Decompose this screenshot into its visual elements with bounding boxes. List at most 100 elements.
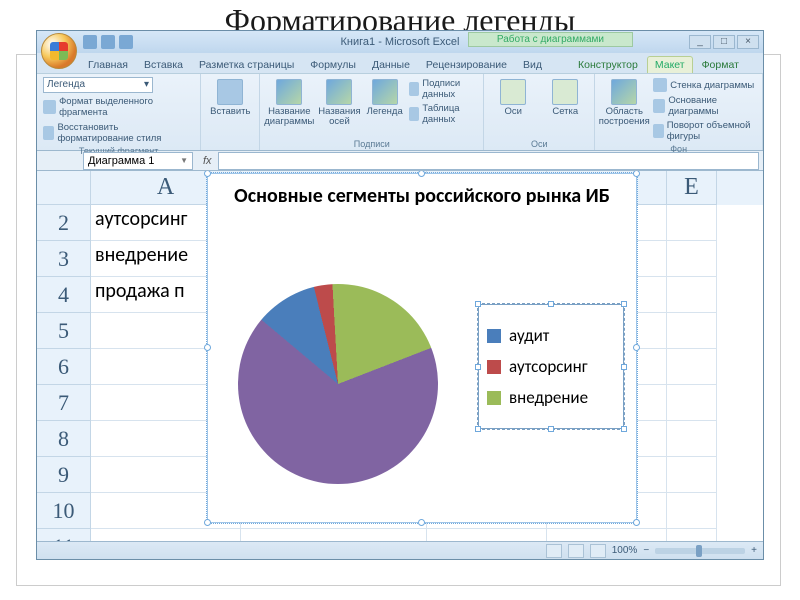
row-header[interactable]: 6 (37, 349, 91, 385)
fx-label[interactable]: fx (197, 155, 218, 167)
maximize-button[interactable]: □ (713, 35, 735, 49)
axis-titles-button[interactable]: Названия осей (318, 77, 360, 127)
tab-view[interactable]: Вид (516, 57, 549, 73)
floor-icon (653, 99, 665, 113)
cell[interactable] (667, 277, 717, 313)
row-header[interactable]: 11 (37, 529, 91, 541)
legend-label: аудит (509, 325, 549, 346)
reset-style-button[interactable]: Восстановить форматирование стиля (43, 121, 194, 145)
row-header[interactable]: 7 (37, 385, 91, 421)
cell[interactable] (667, 349, 717, 385)
save-icon[interactable] (83, 35, 97, 49)
legend-swatch (487, 329, 501, 343)
cell[interactable] (667, 205, 717, 241)
zoom-value[interactable]: 100% (612, 545, 638, 556)
insert-button[interactable]: Вставить (207, 77, 253, 117)
pie-chart[interactable] (238, 284, 438, 484)
data-labels-icon (409, 82, 419, 96)
reset-style-icon (43, 126, 54, 140)
chart-title-button[interactable]: Название диаграммы (266, 77, 312, 127)
quick-access-toolbar (83, 35, 133, 49)
undo-icon[interactable] (101, 35, 115, 49)
select-all-corner[interactable] (37, 171, 91, 205)
tab-review[interactable]: Рецензирование (419, 57, 514, 73)
cell[interactable] (667, 241, 717, 277)
close-button[interactable]: × (737, 35, 759, 49)
worksheet-grid[interactable]: ABCDE 2аутсорсинг3внедрение4продажа п567… (37, 171, 763, 541)
plot-area-button[interactable]: Область построения (601, 77, 647, 127)
wall-icon (653, 78, 667, 92)
zoom-in-button[interactable]: + (751, 545, 757, 556)
tab-formulas[interactable]: Формулы (303, 57, 363, 73)
rotation-icon (653, 124, 663, 138)
cell[interactable] (667, 385, 717, 421)
cell[interactable] (667, 313, 717, 349)
cell[interactable] (91, 529, 241, 541)
chart-element-combo[interactable]: Легенда▾ (43, 77, 153, 93)
axes-icon (500, 79, 526, 105)
chart-legend[interactable]: аудит аутсорсинг внедрение (478, 304, 624, 429)
cell[interactable] (427, 529, 547, 541)
legend-item[interactable]: внедрение (487, 387, 615, 408)
context-tab-group-label: Работа с диаграммами (468, 32, 633, 47)
axes-button[interactable]: Оси (490, 77, 536, 117)
tab-data[interactable]: Данные (365, 57, 417, 73)
ribbon-tabs: Главная Вставка Разметка страницы Формул… (81, 53, 763, 73)
row-header[interactable]: 8 (37, 421, 91, 457)
row-header[interactable]: 5 (37, 313, 91, 349)
legend-item[interactable]: аутсорсинг (487, 356, 615, 377)
data-table-button[interactable]: Таблица данных (409, 102, 478, 126)
cell[interactable] (667, 493, 717, 529)
legend-item[interactable]: аудит (487, 325, 615, 346)
cell[interactable] (547, 529, 667, 541)
cell[interactable] (667, 529, 717, 541)
tab-insert[interactable]: Вставка (137, 57, 190, 73)
gridlines-button[interactable]: Сетка (542, 77, 588, 117)
axis-titles-icon (326, 79, 352, 105)
row-header[interactable]: 10 (37, 493, 91, 529)
legend-button[interactable]: Легенда (367, 77, 403, 117)
office-button[interactable] (41, 33, 77, 69)
ribbon-group-labels: Название диаграммы Названия осей Легенда… (260, 74, 484, 150)
tab-format[interactable]: Формат (695, 57, 746, 73)
cell[interactable] (667, 421, 717, 457)
tab-design[interactable]: Конструктор (571, 57, 645, 73)
cell[interactable] (241, 529, 427, 541)
chart-object[interactable]: Основные сегменты российского рынка ИБ а… (207, 173, 637, 523)
status-bar: 100% − + (37, 541, 763, 559)
column-header[interactable]: E (667, 171, 717, 205)
chart-floor-button[interactable]: Основание диаграммы (653, 94, 756, 118)
row-header[interactable]: 4 (37, 277, 91, 313)
tab-page-layout[interactable]: Разметка страницы (192, 57, 301, 73)
redo-icon[interactable] (119, 35, 133, 49)
cell[interactable] (667, 457, 717, 493)
row-header[interactable]: 9 (37, 457, 91, 493)
ribbon-group-selection: Легенда▾ Формат выделенного фрагмента Во… (37, 74, 201, 150)
ribbon: Легенда▾ Формат выделенного фрагмента Во… (37, 73, 763, 151)
ribbon-group-label: Подписи (266, 139, 477, 149)
tab-home[interactable]: Главная (81, 57, 135, 73)
ribbon-group-background: Область построения Стенка диаграммы Осно… (595, 74, 763, 150)
picture-icon (217, 79, 243, 105)
page-layout-view-button[interactable] (568, 544, 584, 558)
name-box[interactable]: Диаграмма 1▼ (83, 152, 193, 170)
zoom-slider[interactable] (655, 548, 745, 554)
data-labels-button[interactable]: Подписи данных (409, 77, 478, 101)
minimize-button[interactable]: _ (689, 35, 711, 49)
chart-wall-button[interactable]: Стенка диаграммы (653, 77, 756, 93)
page-break-view-button[interactable] (590, 544, 606, 558)
tab-layout[interactable]: Макет (647, 56, 693, 73)
chart-title[interactable]: Основные сегменты российского рынка ИБ (208, 174, 636, 214)
rotation-button[interactable]: Поворот объемной фигуры (653, 119, 756, 143)
format-selection-button[interactable]: Формат выделенного фрагмента (43, 95, 194, 119)
zoom-out-button[interactable]: − (643, 545, 649, 556)
plot-area-icon (611, 79, 637, 105)
formula-input[interactable] (218, 152, 759, 170)
legend-swatch (487, 360, 501, 374)
plot-area[interactable] (238, 284, 448, 494)
row-header[interactable]: 3 (37, 241, 91, 277)
row-header[interactable]: 2 (37, 205, 91, 241)
normal-view-button[interactable] (546, 544, 562, 558)
ribbon-group-label: Оси (490, 139, 588, 149)
legend-icon (372, 79, 398, 105)
